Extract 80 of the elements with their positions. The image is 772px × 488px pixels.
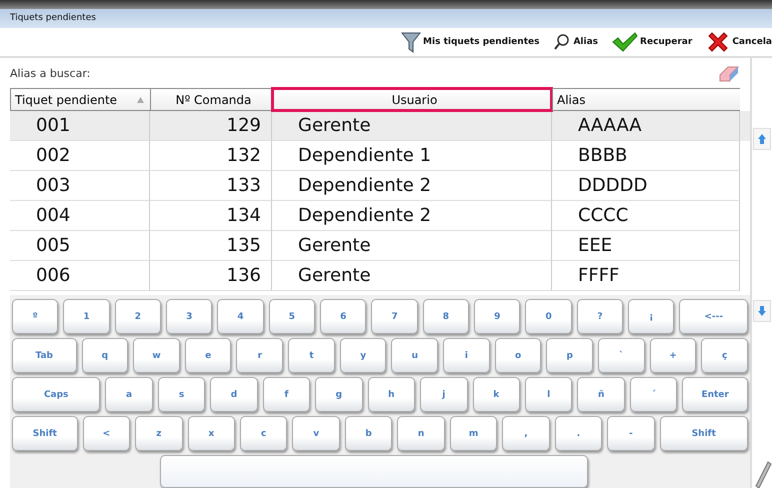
keyboard-key[interactable]: <--- <box>679 299 748 334</box>
filter-icon <box>401 30 422 53</box>
keyboard-key[interactable]: Enter <box>682 377 748 412</box>
keyboard-key[interactable]: 0 <box>525 299 572 334</box>
keyboard-key[interactable]: c <box>240 416 288 451</box>
keyboard-key[interactable]: b <box>344 416 392 451</box>
keyboard-key[interactable]: a <box>105 377 153 412</box>
keyboard-key[interactable]: f <box>262 377 310 412</box>
keyboard-key[interactable]: i <box>443 338 490 373</box>
keyboard-key[interactable]: º <box>12 299 58 334</box>
table-cell: FFFF <box>552 261 740 291</box>
keyboard-key[interactable]: . <box>554 416 602 451</box>
close-icon <box>706 30 730 54</box>
table-cell: Gerente <box>272 261 552 291</box>
keyboard-key[interactable]: ñ <box>577 377 625 412</box>
keyboard-key[interactable]: 9 <box>474 299 520 334</box>
keyboard-key[interactable]: g <box>315 377 363 412</box>
keyboard-key[interactable]: o <box>494 338 542 373</box>
keyboard-key[interactable]: w <box>133 338 180 373</box>
keyboard-key[interactable]: Shift <box>660 416 748 451</box>
keyboard-key[interactable]: n <box>397 416 445 451</box>
keyboard-key[interactable]: < <box>82 416 130 451</box>
keyboard-key[interactable]: 3 <box>166 299 212 334</box>
keyboard-key[interactable]: 2 <box>114 299 162 334</box>
keyboard-key[interactable]: l <box>524 377 572 412</box>
column-header[interactable]: Nº Comanda <box>150 88 272 111</box>
keyboard-key[interactable]: , <box>502 416 550 451</box>
table-cell: 136 <box>150 261 272 291</box>
scroll-up-button[interactable] <box>753 128 771 150</box>
search-label: Alias a buscar: <box>10 66 90 80</box>
keyboard-key[interactable]: Tab <box>12 338 77 373</box>
arrow-down-icon <box>757 305 767 317</box>
space-bar[interactable] <box>160 455 588 488</box>
table-row[interactable]: 001 129 Gerente AAAAA <box>10 111 750 141</box>
keyboard-key[interactable]: 7 <box>371 299 418 334</box>
sort-icon <box>137 96 144 102</box>
keyboard-key[interactable]: ´ <box>630 377 678 412</box>
keyboard-key[interactable]: p <box>546 338 594 373</box>
keyboard-key[interactable]: 6 <box>320 299 366 334</box>
arrow-up-icon <box>757 133 767 145</box>
toolbar-button[interactable]: Mis tiquets pendientes <box>401 30 540 53</box>
search-icon <box>553 32 572 51</box>
keyboard-key[interactable]: - <box>607 416 655 451</box>
column-header[interactable]: Usuario <box>272 88 552 111</box>
keyboard-key[interactable]: q <box>82 338 128 373</box>
keyboard-key[interactable]: 1 <box>63 299 110 334</box>
keyboard-key[interactable]: ? <box>576 299 624 334</box>
scroll-down-button[interactable] <box>753 300 771 322</box>
toolbar-button[interactable]: Recuperar <box>612 32 692 52</box>
keyboard-key[interactable]: + <box>650 338 696 373</box>
toolbar-button[interactable]: Cancela <box>706 30 772 54</box>
keyboard-key[interactable]: t <box>288 338 335 373</box>
check-icon <box>612 32 638 52</box>
toolbar-button[interactable]: Alias <box>553 32 598 51</box>
keyboard-key[interactable]: s <box>158 377 206 412</box>
keyboard-key[interactable]: 4 <box>217 299 264 334</box>
keyboard-key[interactable]: ç <box>701 338 748 373</box>
keyboard-key[interactable]: r <box>236 338 284 373</box>
keyboard-key[interactable]: ¡ <box>628 299 674 334</box>
keyboard-key[interactable]: j <box>420 377 468 412</box>
keyboard-key[interactable]: 8 <box>422 299 470 334</box>
keyboard-key[interactable]: e <box>184 338 232 373</box>
column-header[interactable]: Alias <box>552 88 740 111</box>
keyboard-key[interactable]: ` <box>598 338 645 373</box>
keyboard-key[interactable]: v <box>292 416 340 451</box>
window-title: Tiquets pendientes <box>0 8 772 28</box>
column-header[interactable]: Tiquet pendiente <box>10 88 150 111</box>
keyboard-key[interactable]: Shift <box>12 416 78 451</box>
keyboard-key[interactable]: d <box>210 377 258 412</box>
keyboard-key[interactable]: k <box>472 377 520 412</box>
keyboard-key[interactable]: h <box>368 377 416 412</box>
keyboard-key[interactable]: Caps <box>12 377 100 412</box>
eraser-icon[interactable] <box>718 64 740 82</box>
keyboard-key[interactable]: z <box>135 416 183 451</box>
keyboard-key[interactable]: x <box>188 416 235 451</box>
keyboard-key[interactable]: u <box>391 338 438 373</box>
keyboard-key[interactable]: 5 <box>268 299 316 334</box>
keyboard-key[interactable]: m <box>450 416 498 451</box>
keyboard-key[interactable]: y <box>340 338 386 373</box>
table-cell: 006 <box>10 261 150 291</box>
